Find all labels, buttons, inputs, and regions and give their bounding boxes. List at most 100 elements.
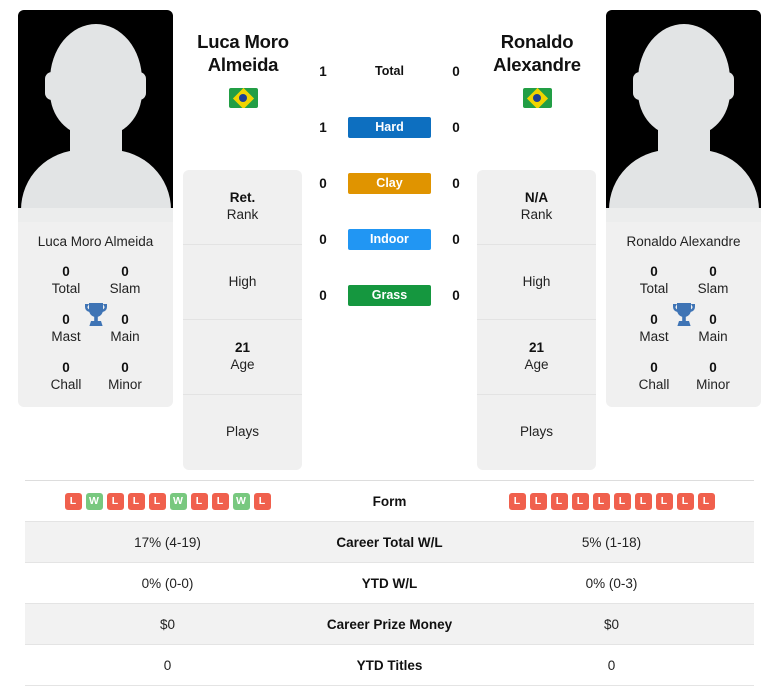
photo-footer — [606, 208, 761, 222]
h2h-count-right: 0 — [452, 175, 460, 191]
row-label-career-total-wl: Career Total W/L — [336, 534, 443, 550]
form-badge-loss[interactable]: L — [148, 492, 166, 510]
h2h-count-right: 0 — [452, 63, 460, 79]
surface-row-indoor: 0 Indoor 0 — [313, 228, 466, 250]
table-row-career-prize-money: $0 Career Prize Money $0 — [25, 604, 754, 645]
player-card-right[interactable]: Ronaldo Alexandre 0 Total 0 Slam 0 Mast … — [606, 10, 761, 408]
silhouette-ear-icon — [45, 72, 59, 100]
brazil-flag-icon — [228, 88, 258, 109]
row-label-career-prize-money: Career Prize Money — [326, 616, 453, 632]
player-name-block-right: Ronaldo Alexandre — [467, 30, 607, 109]
player-stats-card-left: Ret. Rank High 21 Age Plays — [183, 170, 302, 470]
title-value: 0 — [650, 359, 658, 375]
surface-badge-hard[interactable]: Hard — [348, 116, 431, 138]
player-name-line2: Almeida — [207, 54, 279, 76]
player-photo-name-left: Luca Moro Almeida — [37, 234, 154, 249]
h2h-count-left: 1 — [319, 119, 327, 135]
titles-grid-left: 0 Total 0 Slam 0 Mast 0 Main 0 Chall 0 M… — [18, 260, 173, 407]
form-badge-loss[interactable]: L — [676, 492, 694, 510]
h2h-count-right: 0 — [452, 231, 460, 247]
form-badge-loss[interactable]: L — [253, 492, 271, 510]
surface-badge-clay[interactable]: Clay — [348, 172, 431, 194]
title-stat-chall: 0 Chall — [628, 360, 680, 394]
title-value: 0 — [709, 359, 717, 375]
stat-high-right: High — [477, 245, 596, 320]
form-badge-loss[interactable]: L — [529, 492, 547, 510]
title-label: Total — [51, 281, 81, 297]
form-badge-loss[interactable]: L — [592, 492, 610, 510]
brazil-flag-icon — [522, 88, 552, 109]
form-cell-right: LLLLLLLLLL — [469, 492, 754, 510]
silhouette-ear-icon — [720, 72, 734, 100]
h2h-count-left: 0 — [319, 175, 327, 191]
table-row-career-total-wl: 17% (4-19) Career Total W/L 5% (1-18) — [25, 522, 754, 563]
player-name-block-left: Luca Moro Almeida — [173, 30, 313, 109]
head-to-head-section: Luca Moro Almeida 0 Total 0 Slam 0 Mast … — [0, 0, 779, 473]
title-stat-chall: 0 Chall — [40, 360, 92, 394]
form-badge-win[interactable]: W — [169, 492, 187, 510]
title-label: Mast — [51, 328, 81, 344]
surface-badge-indoor[interactable]: Indoor — [348, 228, 431, 250]
player-card-left[interactable]: Luca Moro Almeida 0 Total 0 Slam 0 Mast … — [18, 10, 173, 408]
titles-row: 0 Chall 0 Minor — [606, 360, 761, 394]
form-badge-win[interactable]: W — [85, 492, 103, 510]
stat-plays-right: Plays — [477, 395, 596, 470]
surface-row-hard: 1 Hard 0 — [313, 116, 466, 138]
title-label: Main — [698, 328, 728, 344]
stat-high-left: High — [183, 245, 302, 320]
form-badge-loss[interactable]: L — [634, 492, 652, 510]
title-stat-slam: 0 Slam — [687, 264, 739, 298]
player-name-right: Ronaldo Alexandre — [467, 30, 607, 76]
player-photo-right — [606, 10, 761, 222]
title-label: Chall — [638, 376, 670, 392]
player-name-line1: Ronaldo — [500, 31, 574, 52]
titles-row: 0 Total 0 Slam — [18, 264, 173, 298]
form-badge-loss[interactable]: L — [211, 492, 229, 510]
stat-plays-left: Plays — [183, 395, 302, 470]
form-badge-loss[interactable]: L — [613, 492, 631, 510]
comparison-table: LWLLLWLLWL Form LLLLLLLLLL 17% (4-19) Ca… — [25, 480, 754, 686]
title-label: Slam — [109, 281, 141, 297]
form-badge-loss[interactable]: L — [190, 492, 208, 510]
table-row-ytd-titles: 0 YTD Titles 0 — [25, 645, 754, 686]
form-badge-loss[interactable]: L — [697, 492, 715, 510]
form-badge-loss[interactable]: L — [655, 492, 673, 510]
form-badge-loss[interactable]: L — [106, 492, 124, 510]
form-badge-loss[interactable]: L — [550, 492, 568, 510]
row-value-left: 0 — [163, 657, 172, 673]
stat-rank-right: N/A Rank — [477, 170, 596, 245]
surface-row-grass: 0 Grass 0 — [313, 284, 466, 306]
stat-age-right: 21 Age — [477, 320, 596, 395]
stat-label: Rank — [520, 207, 553, 222]
surface-row-total: 1 Total 0 — [313, 60, 466, 82]
stat-label: Rank — [226, 207, 259, 222]
stat-age-left: 21 Age — [183, 320, 302, 395]
stat-label: High — [228, 273, 257, 289]
row-value-right: 5% (1-18) — [581, 534, 642, 550]
title-stat-total: 0 Total — [40, 264, 92, 298]
player-name-left: Luca Moro Almeida — [173, 30, 313, 76]
h2h-count-left: 0 — [319, 231, 327, 247]
row-value-right: $0 — [603, 616, 620, 632]
surface-badge-grass[interactable]: Grass — [348, 284, 431, 306]
player-photo-left — [18, 10, 173, 222]
form-badge-loss[interactable]: L — [64, 492, 82, 510]
title-value: 0 — [121, 359, 129, 375]
title-value: 0 — [709, 264, 717, 280]
row-value-right: 0 — [607, 657, 616, 673]
row-label-ytd-titles: YTD Titles — [356, 657, 423, 673]
stat-value: N/A — [524, 190, 549, 206]
surface-label-total: Total — [375, 63, 404, 78]
title-stat-slam: 0 Slam — [99, 264, 151, 298]
photo-footer — [18, 208, 173, 222]
form-badge-win[interactable]: W — [232, 492, 250, 510]
form-badge-loss[interactable]: L — [508, 492, 526, 510]
stat-rank-left: Ret. Rank — [183, 170, 302, 245]
form-badge-loss[interactable]: L — [571, 492, 589, 510]
table-row-form: LWLLLWLLWL Form LLLLLLLLLL — [25, 481, 754, 522]
title-label: Mast — [639, 328, 669, 344]
title-label: Minor — [696, 376, 730, 392]
form-strip-right: LLLLLLLLLL — [469, 492, 754, 510]
form-badge-loss[interactable]: L — [127, 492, 145, 510]
title-value: 0 — [650, 264, 658, 280]
